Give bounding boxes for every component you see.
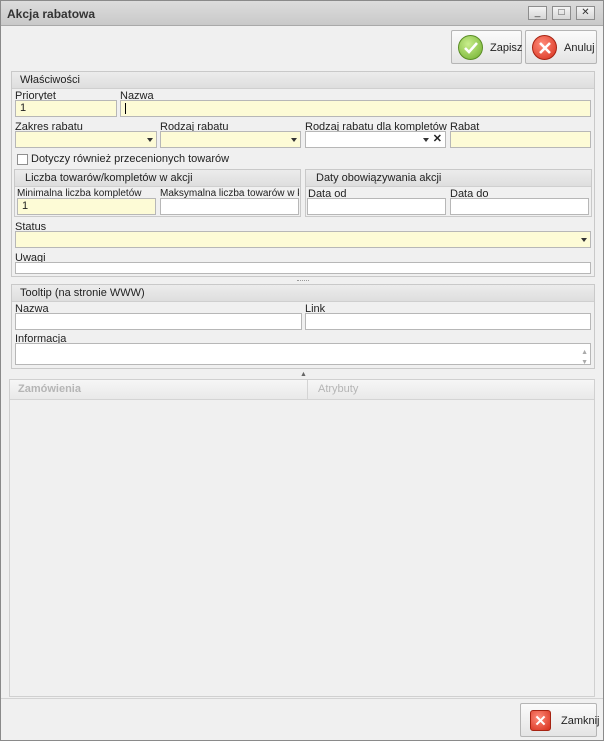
tabs-panel: Zamówienia Atrybuty: [9, 379, 595, 697]
window-title: Akcja rabatowa: [7, 7, 96, 21]
chevron-down-icon: [581, 238, 587, 242]
cancel-icon: [532, 35, 557, 60]
text-cursor: [125, 103, 126, 114]
tab-attributes[interactable]: Atrybuty: [307, 380, 593, 399]
chevron-down-icon: [423, 138, 429, 142]
maximize-button[interactable]: □: [552, 6, 571, 20]
name-field[interactable]: [120, 100, 591, 117]
count-group-header: Liczba towarów/kompletów w akcji: [15, 170, 300, 187]
close-window-button[interactable]: ✕: [576, 6, 595, 20]
save-button[interactable]: Zapisz: [451, 30, 522, 64]
date-to-field[interactable]: [450, 198, 589, 215]
tab-orders-label: Zamówienia: [18, 383, 81, 395]
cancel-button-label: Anuluj: [564, 42, 595, 54]
close-icon: [530, 710, 551, 731]
clear-icon[interactable]: ✕: [433, 132, 442, 147]
tooltip-header: Tooltip (na stronie WWW): [12, 285, 594, 302]
title-bar[interactable]: Akcja rabatowa _ □ ✕: [1, 1, 603, 26]
close-button-label: Zamknij: [561, 715, 600, 727]
notes-field[interactable]: [15, 262, 591, 274]
minimize-button[interactable]: _: [528, 6, 547, 20]
tooltip-name-field[interactable]: [15, 313, 302, 330]
dates-group-header: Daty obowiązywania akcji: [306, 170, 591, 187]
count-group-header-text: Liczba towarów/kompletów w akcji: [25, 172, 193, 184]
set-discount-type-select[interactable]: ✕: [305, 131, 446, 148]
tooltip-header-text: Tooltip (na stronie WWW): [20, 287, 145, 299]
date-from-field[interactable]: [307, 198, 446, 215]
tooltip-info-field[interactable]: ▲ ▼: [15, 343, 591, 365]
min-sets-field[interactable]: 1: [17, 198, 156, 215]
discount-field[interactable]: [450, 131, 591, 148]
status-select[interactable]: [15, 231, 591, 248]
tab-attributes-label: Atrybuty: [318, 383, 359, 395]
maximize-icon: □: [558, 7, 565, 18]
minimize-icon: _: [534, 7, 541, 18]
chevron-down-icon: [291, 138, 297, 142]
close-icon: ✕: [581, 7, 590, 18]
include-discounted-checkbox[interactable]: [17, 154, 28, 165]
scroll-down-icon[interactable]: ▼: [581, 355, 588, 364]
footer-divider: [1, 698, 603, 699]
dialog-window: Akcja rabatowa _ □ ✕ Zapisz Anuluj Właśc…: [0, 0, 604, 741]
tooltip-link-field[interactable]: [305, 313, 591, 330]
collapse-icon[interactable]: ▲: [300, 371, 307, 378]
save-button-label: Zapisz: [490, 42, 523, 54]
properties-header: Właściwości: [12, 72, 594, 89]
cancel-button[interactable]: Anuluj: [525, 30, 597, 64]
discount-scope-select[interactable]: [15, 131, 157, 148]
discount-type-select[interactable]: [160, 131, 301, 148]
properties-header-text: Właściwości: [20, 74, 80, 86]
max-items-field[interactable]: [160, 198, 299, 215]
dates-group-header-text: Daty obowiązywania akcji: [316, 172, 442, 184]
chevron-down-icon: [147, 138, 153, 142]
close-button[interactable]: Zamknij: [520, 703, 600, 737]
check-icon: [458, 35, 483, 60]
priority-field[interactable]: 1: [15, 100, 117, 117]
include-discounted-label: Dotyczy również przecenionych towarów: [31, 153, 230, 165]
tab-orders[interactable]: Zamówienia: [10, 380, 306, 399]
